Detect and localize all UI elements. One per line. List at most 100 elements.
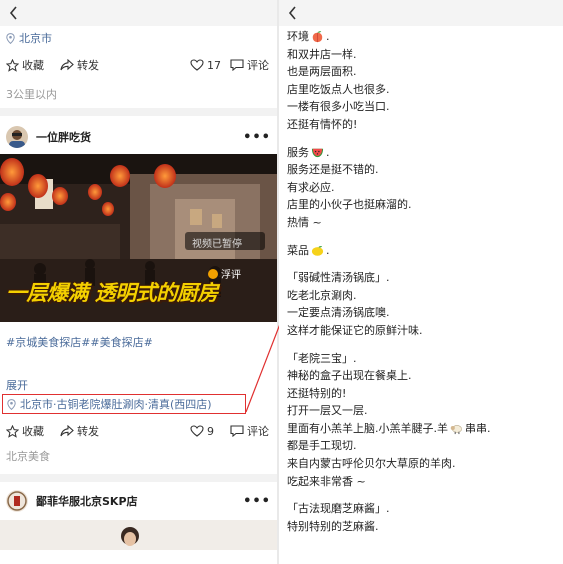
back-button[interactable] (285, 4, 299, 22)
text-line: 吃起来非常香 ~ (279, 473, 563, 491)
text-line-period: . (326, 30, 330, 43)
text-line-content: 服务还是挺不错的. (287, 163, 379, 177)
text-line-content: 也是两层面积. (287, 65, 357, 79)
text-line-content: 有求必应. (287, 180, 335, 194)
text-line: 神秘的盒子出现在餐桌上. (279, 367, 563, 385)
text-line: 有求必应. (279, 179, 563, 197)
text-line: 都是手工现切. (279, 437, 563, 455)
post1-action-bar: 收藏 转发 17 评论 (0, 54, 277, 76)
text-line: 这样才能保证它的原鲜汁味. (279, 322, 563, 340)
sheep-emoji-icon (450, 425, 462, 435)
text-line-content: 吃老北京涮肉. (287, 288, 357, 302)
expand-button[interactable]: 展开 (0, 378, 277, 394)
back-button[interactable] (6, 4, 20, 22)
text-line: 里面有小羔羊上脑.小羔羊腱子.羊 串串. (279, 420, 563, 438)
peach-emoji-icon (312, 31, 323, 43)
text-line: 也是两层面积. (279, 63, 563, 81)
text-line: 菜品. (279, 242, 563, 260)
post2-comment-label: 评论 (247, 425, 269, 438)
text-line-content: 这样才能保证它的原鲜汁味. (287, 323, 423, 337)
post1-comment-label: 评论 (247, 59, 269, 72)
text-line-content: 「古法现磨芝麻酱」. (287, 502, 390, 516)
post-text-body: 环境. 和双井店一样. 也是两层面积. 店里吃饭点人也很多. 一楼有很多小吃当口. 还挺有… (279, 26, 563, 535)
post2-action-bar: 收藏 转发 9 评论 (0, 420, 277, 442)
text-line-content: 店里吃饭点人也很多. (287, 82, 390, 96)
post1-share-label: 转发 (77, 59, 99, 72)
text-line-content: 菜品 (287, 243, 309, 257)
text-line-content: 环境 (287, 30, 309, 43)
avatar[interactable] (6, 490, 28, 512)
text-line-content: 店里的小伙子也挺麻溜的. (287, 198, 412, 212)
location-pin-icon (6, 32, 15, 44)
text-line-content: 一楼有很多小吃当口. (287, 100, 390, 114)
text-line-content: 特别特别的芝麻酱. (287, 519, 379, 533)
heart-icon (190, 425, 204, 437)
post2-location-text: 北京市·古铜老院爆肚涮肉·清真(西四店) (20, 398, 212, 411)
post2-like-count: 9 (207, 424, 214, 438)
lemon-emoji-icon (311, 245, 324, 256)
text-line: 服务还是挺不错的. (279, 161, 563, 179)
avatar[interactable] (6, 126, 28, 148)
post2-save-button[interactable]: 收藏 (6, 423, 60, 439)
feed-separator (0, 474, 277, 482)
text-line-content: 都是手工现切. (287, 439, 357, 453)
post2-share-button[interactable]: 转发 (60, 423, 190, 439)
post2-hashtags[interactable]: #京城美食探店##美食探店# (0, 330, 277, 356)
text-line: 和双井店一样. (279, 46, 563, 64)
float-comment-label: 浮评 (221, 270, 241, 281)
post2-author-row: 一位胖吃货 ••• (0, 120, 277, 154)
post1-save-button[interactable]: 收藏 (6, 57, 60, 73)
video-paused-label: 视频已暂停 (192, 239, 242, 250)
post3-author-name[interactable]: 鄙菲华服北京SKP店 (36, 493, 243, 509)
post1-save-label: 收藏 (22, 59, 44, 72)
star-icon (6, 424, 19, 438)
post2-comment-button[interactable]: 评论 (230, 423, 269, 439)
text-line: 吃老北京涮肉. (279, 287, 563, 305)
right-detail-panel: 环境. 和双井店一样. 也是两层面积. 店里吃饭点人也很多. 一楼有很多小吃当口. 还挺有… (279, 0, 563, 564)
top-bar-left (0, 0, 277, 26)
share-icon (60, 59, 74, 71)
post3-media-preview[interactable] (0, 520, 277, 550)
text-line-content: 神秘的盒子出现在餐桌上. (287, 369, 412, 383)
text-line-content: 里面有小羔羊上脑.小羔羊腱子.羊 (287, 421, 448, 435)
post1-like-button[interactable]: 17 (190, 59, 230, 72)
post2-location[interactable]: 北京市·古铜老院爆肚涮肉·清真(西四店) (2, 394, 246, 414)
text-line-period: . (326, 145, 330, 159)
post3-author-row: 鄙菲华服北京SKP店 ••• (0, 482, 277, 520)
text-line-content: 一定要点清汤锅底噢. (287, 306, 390, 320)
post1-like-count: 17 (207, 58, 221, 72)
comment-icon (230, 425, 244, 437)
video-caption: 一层爆满 透明式的厨房 (6, 281, 218, 305)
more-options-button[interactable]: ••• (243, 130, 271, 145)
text-line-content: 来自内蒙古呼伦贝尔大草原的羊肉. (287, 457, 456, 471)
top-bar-right (279, 0, 563, 26)
post2-video-player[interactable]: 视频已暂停 浮评 一层爆满 透明式的厨房 (0, 154, 277, 322)
text-line: 「老院三宝」. (279, 350, 563, 368)
watermelon-emoji-icon (311, 148, 324, 158)
text-line: 还挺有情怀的! (279, 116, 563, 134)
text-line: 来自内蒙古呼伦贝尔大草原的羊肉. (279, 455, 563, 473)
post2-like-button[interactable]: 9 (190, 425, 230, 438)
text-line: 店里的小伙子也挺麻溜的. (279, 196, 563, 214)
comment-icon (230, 59, 244, 71)
text-line: 「弱碱性清汤锅底」. (279, 269, 563, 287)
post1-distance: 3公里以内 (6, 88, 57, 101)
text-line: 「古法现磨芝麻酱」. (279, 500, 563, 518)
post1-share-button[interactable]: 转发 (60, 57, 190, 73)
text-line: 还挺特别的! (279, 385, 563, 403)
post1-comment-button[interactable]: 评论 (230, 57, 269, 73)
post2-author-name[interactable]: 一位胖吃货 (36, 129, 243, 145)
post1-location[interactable]: 北京市 (0, 26, 277, 50)
star-icon (6, 58, 19, 72)
post2-save-label: 收藏 (22, 425, 44, 438)
location-pin-icon (7, 398, 16, 410)
text-line-content: 还挺特别的! (287, 386, 347, 400)
text-line: 热情 ~ (279, 214, 563, 232)
chevron-left-icon (288, 6, 296, 20)
left-feed-panel: 北京市 收藏 转发 17 评论 3公里以内 一位胖吃货 ••• 视频已暂停 浮评… (0, 0, 277, 564)
more-options-button[interactable]: ••• (243, 494, 271, 509)
